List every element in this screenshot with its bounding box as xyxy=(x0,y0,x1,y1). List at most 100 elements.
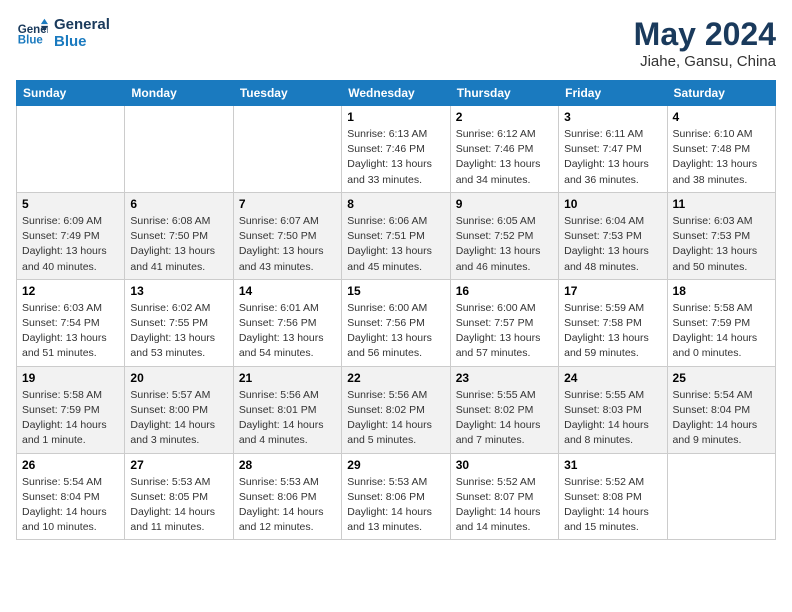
calendar-day-cell xyxy=(125,106,233,193)
calendar-header-row: Sunday Monday Tuesday Wednesday Thursday… xyxy=(17,81,776,106)
calendar-week-row: 5Sunrise: 6:09 AMSunset: 7:49 PMDaylight… xyxy=(17,192,776,279)
calendar-day-cell: 10 Sunrise: 6:04 AMSunset: 7:53 PMDayligh… xyxy=(559,192,667,279)
day-number: 18 xyxy=(673,284,770,298)
day-number: 22 xyxy=(347,371,444,385)
title-block: May 2024 Jiahe, Gansu, China xyxy=(634,16,776,70)
day-info: Sunrise: 6:07 AMSunset: 7:50 PMDaylight:… xyxy=(239,214,336,275)
calendar-day-cell: 14 Sunrise: 6:01 AMSunset: 7:56 PMDayligh… xyxy=(233,279,341,366)
day-info: Sunrise: 6:02 AMSunset: 7:55 PMDaylight:… xyxy=(130,301,227,362)
calendar-table: Sunday Monday Tuesday Wednesday Thursday… xyxy=(16,80,776,540)
day-info: Sunrise: 6:06 AMSunset: 7:51 PMDaylight:… xyxy=(347,214,444,275)
day-number: 24 xyxy=(564,371,661,385)
day-number: 31 xyxy=(564,458,661,472)
col-friday: Friday xyxy=(559,81,667,106)
day-info: Sunrise: 6:09 AMSunset: 7:49 PMDaylight:… xyxy=(22,214,119,275)
day-number: 1 xyxy=(347,110,444,124)
calendar-week-row: 12 Sunrise: 6:03 AMSunset: 7:54 PMDayligh… xyxy=(17,279,776,366)
page-header: General Blue General Blue May 2024 Jiahe… xyxy=(16,16,776,70)
calendar-day-cell: 18Sunrise: 5:58 AMSunset: 7:59 PMDayligh… xyxy=(667,279,775,366)
day-info: Sunrise: 5:55 AMSunset: 8:02 PMDaylight:… xyxy=(456,388,553,449)
day-info: Sunrise: 5:55 AMSunset: 8:03 PMDaylight:… xyxy=(564,388,661,449)
day-number: 14 xyxy=(239,284,336,298)
day-info: Sunrise: 6:00 AMSunset: 7:56 PMDaylight:… xyxy=(347,301,444,362)
day-info: Sunrise: 6:03 AMSunset: 7:53 PMDaylight:… xyxy=(673,214,770,275)
day-info: Sunrise: 6:13 AMSunset: 7:46 PMDaylight:… xyxy=(347,127,444,188)
day-number: 29 xyxy=(347,458,444,472)
calendar-day-cell: 17Sunrise: 5:59 AMSunset: 7:58 PMDayligh… xyxy=(559,279,667,366)
calendar-day-cell: 21 Sunrise: 5:56 AMSunset: 8:01 PMDayligh… xyxy=(233,366,341,453)
calendar-day-cell: 9Sunrise: 6:05 AMSunset: 7:52 PMDaylight… xyxy=(450,192,558,279)
day-number: 6 xyxy=(130,197,227,211)
logo-icon: General Blue xyxy=(16,17,48,49)
calendar-day-cell: 23 Sunrise: 5:55 AMSunset: 8:02 PMDayligh… xyxy=(450,366,558,453)
col-monday: Monday xyxy=(125,81,233,106)
day-info: Sunrise: 6:10 AMSunset: 7:48 PMDaylight:… xyxy=(673,127,770,188)
col-thursday: Thursday xyxy=(450,81,558,106)
day-number: 23 xyxy=(456,371,553,385)
calendar-day-cell: 12 Sunrise: 6:03 AMSunset: 7:54 PMDayligh… xyxy=(17,279,125,366)
logo: General Blue General Blue xyxy=(16,16,110,50)
calendar-day-cell: 1 Sunrise: 6:13 AMSunset: 7:46 PMDaylight… xyxy=(342,106,450,193)
col-saturday: Saturday xyxy=(667,81,775,106)
calendar-week-row: 19 Sunrise: 5:58 AMSunset: 7:59 PMDayligh… xyxy=(17,366,776,453)
calendar-day-cell: 11 Sunrise: 6:03 AMSunset: 7:53 PMDayligh… xyxy=(667,192,775,279)
calendar-day-cell: 31Sunrise: 5:52 AMSunset: 8:08 PMDayligh… xyxy=(559,453,667,540)
day-info: Sunrise: 5:54 AMSunset: 8:04 PMDaylight:… xyxy=(22,475,119,536)
day-number: 28 xyxy=(239,458,336,472)
day-info: Sunrise: 5:54 AMSunset: 8:04 PMDaylight:… xyxy=(673,388,770,449)
location-subtitle: Jiahe, Gansu, China xyxy=(634,53,776,70)
day-number: 27 xyxy=(130,458,227,472)
day-info: Sunrise: 6:05 AMSunset: 7:52 PMDaylight:… xyxy=(456,214,553,275)
day-info: Sunrise: 6:03 AMSunset: 7:54 PMDaylight:… xyxy=(22,301,119,362)
calendar-day-cell xyxy=(233,106,341,193)
calendar-day-cell: 25Sunrise: 5:54 AMSunset: 8:04 PMDayligh… xyxy=(667,366,775,453)
calendar-day-cell: 19 Sunrise: 5:58 AMSunset: 7:59 PMDayligh… xyxy=(17,366,125,453)
day-info: Sunrise: 5:56 AMSunset: 8:01 PMDaylight:… xyxy=(239,388,336,449)
calendar-day-cell: 2 Sunrise: 6:12 AMSunset: 7:46 PMDaylight… xyxy=(450,106,558,193)
calendar-day-cell: 30Sunrise: 5:52 AMSunset: 8:07 PMDayligh… xyxy=(450,453,558,540)
day-number: 19 xyxy=(22,371,119,385)
day-number: 21 xyxy=(239,371,336,385)
calendar-day-cell xyxy=(667,453,775,540)
day-number: 3 xyxy=(564,110,661,124)
day-number: 26 xyxy=(22,458,119,472)
col-tuesday: Tuesday xyxy=(233,81,341,106)
day-info: Sunrise: 6:08 AMSunset: 7:50 PMDaylight:… xyxy=(130,214,227,275)
day-number: 2 xyxy=(456,110,553,124)
day-number: 10 xyxy=(564,197,661,211)
day-info: Sunrise: 6:04 AMSunset: 7:53 PMDaylight:… xyxy=(564,214,661,275)
day-info: Sunrise: 5:58 AMSunset: 7:59 PMDaylight:… xyxy=(22,388,119,449)
calendar-day-cell: 28Sunrise: 5:53 AMSunset: 8:06 PMDayligh… xyxy=(233,453,341,540)
day-number: 8 xyxy=(347,197,444,211)
calendar-day-cell: 29 Sunrise: 5:53 AMSunset: 8:06 PMDayligh… xyxy=(342,453,450,540)
day-info: Sunrise: 5:57 AMSunset: 8:00 PMDaylight:… xyxy=(130,388,227,449)
month-year-title: May 2024 xyxy=(634,16,776,53)
day-number: 12 xyxy=(22,284,119,298)
calendar-day-cell: 27Sunrise: 5:53 AMSunset: 8:05 PMDayligh… xyxy=(125,453,233,540)
day-info: Sunrise: 6:11 AMSunset: 7:47 PMDaylight:… xyxy=(564,127,661,188)
day-info: Sunrise: 6:01 AMSunset: 7:56 PMDaylight:… xyxy=(239,301,336,362)
logo-text-blue: Blue xyxy=(54,33,110,50)
day-number: 20 xyxy=(130,371,227,385)
calendar-day-cell: 8 Sunrise: 6:06 AMSunset: 7:51 PMDaylight… xyxy=(342,192,450,279)
calendar-week-row: 1 Sunrise: 6:13 AMSunset: 7:46 PMDaylight… xyxy=(17,106,776,193)
day-number: 15 xyxy=(347,284,444,298)
calendar-day-cell: 24 Sunrise: 5:55 AMSunset: 8:03 PMDayligh… xyxy=(559,366,667,453)
calendar-day-cell: 6 Sunrise: 6:08 AMSunset: 7:50 PMDaylight… xyxy=(125,192,233,279)
day-info: Sunrise: 6:00 AMSunset: 7:57 PMDaylight:… xyxy=(456,301,553,362)
calendar-day-cell: 20 Sunrise: 5:57 AMSunset: 8:00 PMDayligh… xyxy=(125,366,233,453)
calendar-day-cell: 3 Sunrise: 6:11 AMSunset: 7:47 PMDaylight… xyxy=(559,106,667,193)
col-sunday: Sunday xyxy=(17,81,125,106)
day-number: 13 xyxy=(130,284,227,298)
calendar-day-cell: 13 Sunrise: 6:02 AMSunset: 7:55 PMDayligh… xyxy=(125,279,233,366)
calendar-day-cell xyxy=(17,106,125,193)
calendar-day-cell: 7Sunrise: 6:07 AMSunset: 7:50 PMDaylight… xyxy=(233,192,341,279)
calendar-day-cell: 5Sunrise: 6:09 AMSunset: 7:49 PMDaylight… xyxy=(17,192,125,279)
day-number: 16 xyxy=(456,284,553,298)
calendar-day-cell: 26 Sunrise: 5:54 AMSunset: 8:04 PMDayligh… xyxy=(17,453,125,540)
day-info: Sunrise: 6:12 AMSunset: 7:46 PMDaylight:… xyxy=(456,127,553,188)
day-info: Sunrise: 5:53 AMSunset: 8:06 PMDaylight:… xyxy=(347,475,444,536)
col-wednesday: Wednesday xyxy=(342,81,450,106)
calendar-day-cell: 15 Sunrise: 6:00 AMSunset: 7:56 PMDayligh… xyxy=(342,279,450,366)
day-number: 11 xyxy=(673,197,770,211)
